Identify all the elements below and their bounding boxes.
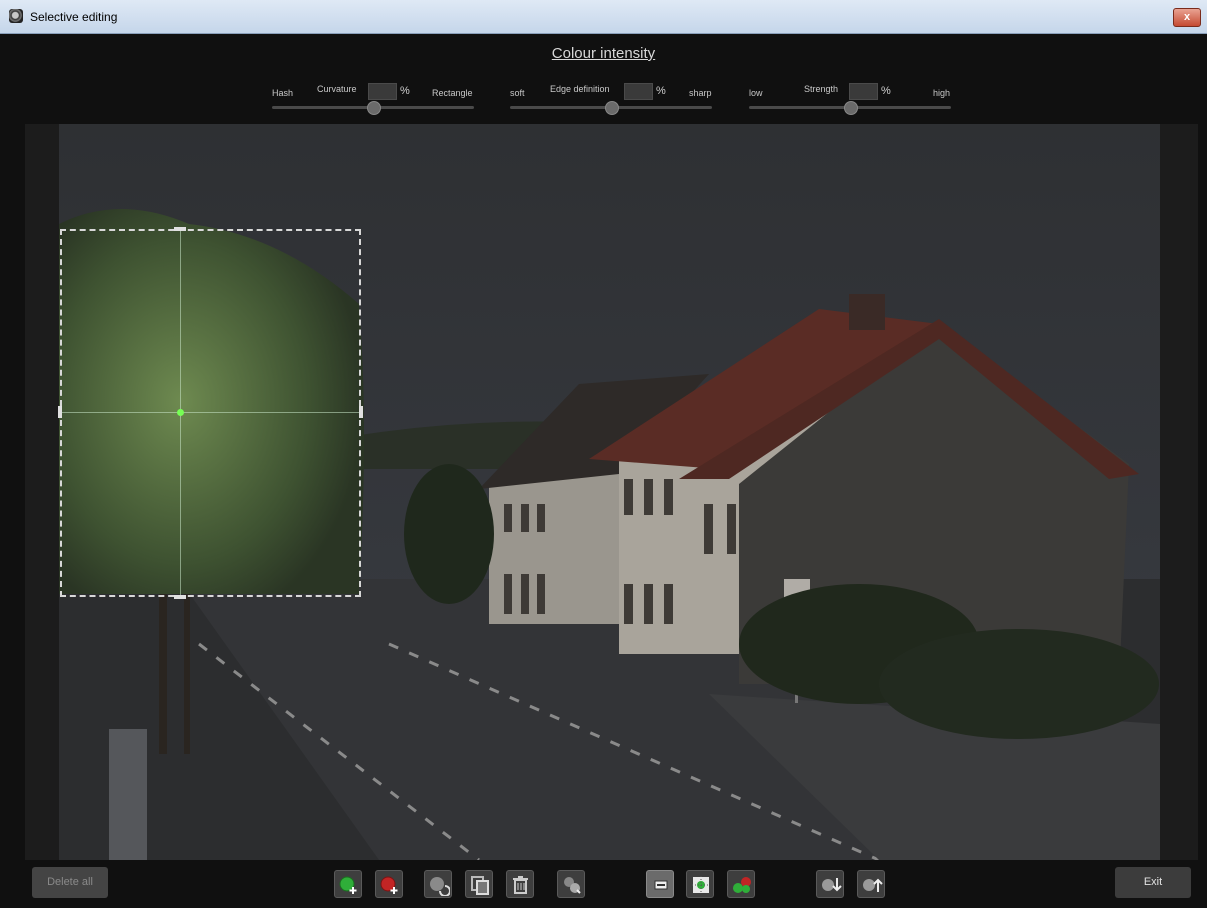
selection-horizontal-guide xyxy=(60,412,361,413)
left-resize-handle[interactable] xyxy=(58,406,62,418)
close-button[interactable]: x xyxy=(1173,8,1201,27)
slider-name: Strength xyxy=(804,84,839,94)
right-resize-handle[interactable] xyxy=(359,406,363,418)
strength-slider-group: low Strength % high xyxy=(749,82,953,115)
copy-icon xyxy=(471,876,489,895)
slider-right-label: Rectangle xyxy=(432,88,473,98)
title-bar: Selective editing x xyxy=(0,0,1207,34)
slider-name: Curvature xyxy=(317,84,357,94)
point-mask-icon xyxy=(692,876,710,894)
curvature-slider-knob[interactable] xyxy=(367,101,381,115)
export-button[interactable] xyxy=(857,870,885,898)
app-icon xyxy=(9,9,23,23)
trash-icon xyxy=(513,876,528,894)
slider-left-label: low xyxy=(749,88,763,98)
multi-point-icon xyxy=(733,877,751,893)
slider-right-label: sharp xyxy=(689,88,712,98)
top-resize-handle[interactable] xyxy=(174,227,186,231)
export-icon xyxy=(863,878,883,892)
curvature-slider-group: Hash Curvature % Rectangle xyxy=(272,82,476,115)
bottom-toolbar xyxy=(0,860,1207,908)
reset-icon xyxy=(564,877,581,894)
edge-definition-slider-group: soft Edge definition % sharp xyxy=(510,82,714,115)
edge-definition-slider-knob[interactable] xyxy=(605,101,619,115)
multi-point-button[interactable] xyxy=(727,870,755,898)
import-button[interactable] xyxy=(816,870,844,898)
add-green-point-button[interactable] xyxy=(334,870,362,898)
curvature-input[interactable] xyxy=(368,83,397,100)
import-icon xyxy=(822,878,842,892)
selection-rectangle[interactable] xyxy=(60,229,361,597)
exit-button[interactable]: Exit xyxy=(1115,867,1191,898)
bottom-resize-handle[interactable] xyxy=(174,595,186,599)
edge-definition-input[interactable] xyxy=(624,83,653,100)
panel-title: Colour intensity xyxy=(551,45,656,62)
strength-input[interactable] xyxy=(849,83,878,100)
slider-left-label: Hash xyxy=(272,88,294,98)
tree-trunk xyxy=(184,594,190,754)
background-tree xyxy=(404,464,494,604)
rectangle-mask-icon xyxy=(654,880,668,890)
percent-sign: % xyxy=(656,85,666,97)
percent-sign: % xyxy=(881,85,891,97)
rotate-icon xyxy=(430,877,450,896)
copy-button[interactable] xyxy=(465,870,493,898)
tree-trunk xyxy=(159,594,167,754)
rectangle-mask-button[interactable] xyxy=(646,870,674,898)
slider-name: Edge definition xyxy=(550,84,610,94)
window-title: Selective editing xyxy=(30,10,118,24)
garden-bushes xyxy=(879,629,1159,739)
add-red-point-button[interactable] xyxy=(375,870,403,898)
rotate-button[interactable] xyxy=(424,870,452,898)
slider-right-label: high xyxy=(933,88,951,98)
add-green-point-icon xyxy=(339,876,357,894)
percent-sign: % xyxy=(400,85,410,97)
add-red-point-icon xyxy=(380,876,398,894)
utility-box xyxy=(109,729,147,860)
reset-button[interactable] xyxy=(557,870,585,898)
point-mask-button[interactable] xyxy=(686,870,714,898)
slider-left-label: soft xyxy=(510,88,525,98)
chimney xyxy=(849,294,885,330)
delete-point-button[interactable] xyxy=(506,870,534,898)
selection-center-point[interactable] xyxy=(177,409,184,416)
strength-slider-knob[interactable] xyxy=(844,101,858,115)
delete-all-button[interactable]: Delete all xyxy=(32,867,108,898)
